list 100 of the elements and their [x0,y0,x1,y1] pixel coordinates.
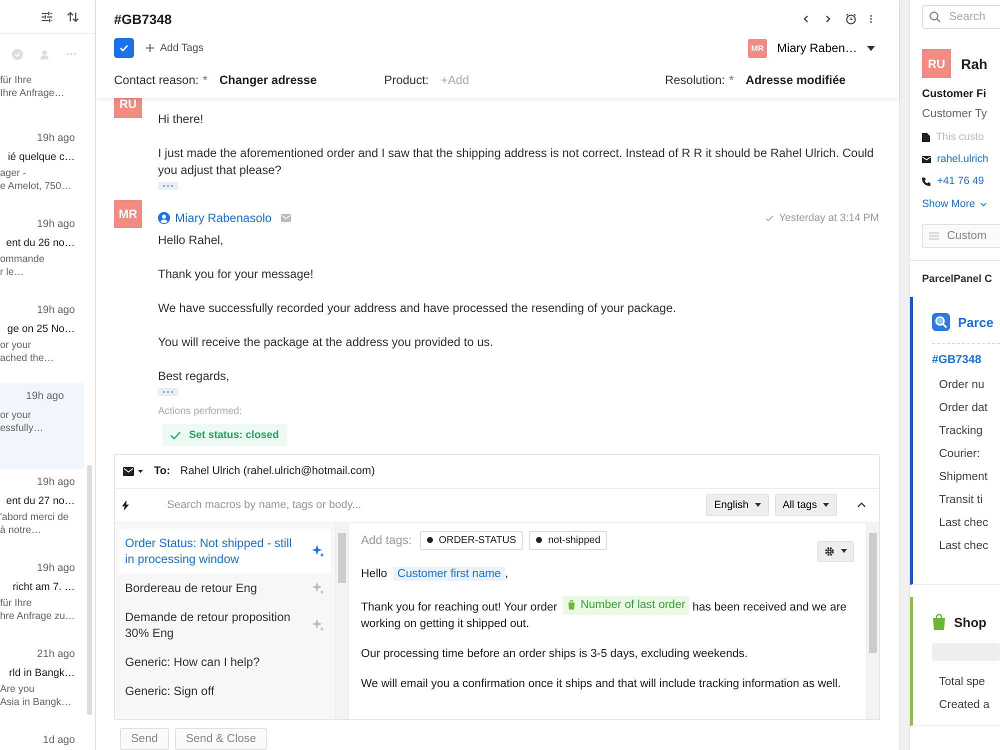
caret-icon [754,503,761,508]
scrollbar[interactable] [335,522,348,719]
message-text: You will receive the package at the address you provided to us. [158,334,494,351]
ticket-preview: hre Anfrage zu… [0,610,75,623]
email-icon [280,214,291,222]
message-text: Hello Rahel, [158,232,224,249]
macro-item[interactable]: Bordereau de retour Eng [119,574,331,602]
settings-dropdown[interactable] [817,540,854,562]
phone-link[interactable]: +41 76 49 [937,175,984,187]
ticket-time: 19h ago [37,476,75,488]
ticket-preview: Asia in Bangk… [0,696,72,709]
gear-icon [824,546,835,557]
check-icon [764,214,774,222]
language-dropdown[interactable]: English [706,494,769,516]
alarm-clock-icon[interactable] [845,13,857,25]
recipient[interactable]: Rahel Ulrich (rahel.ulrich@hotmail.com) [180,465,375,478]
reply-text[interactable]: Hello Customer first name , [361,566,854,583]
ticket-title: #GB7348 [114,12,172,26]
reply-text[interactable]: Our processing time before an order ships is 3-5 days, excluding weekends. [361,646,854,664]
parcel-search-icon [932,313,950,331]
ticket-preview: or your [0,409,32,422]
order-link[interactable]: #GB7348 [932,343,1000,366]
ticket-item[interactable]: 19h ago ent du 27 no… 'abord merci de à notre… [0,469,95,555]
ticket-time: 1d ago [42,734,75,746]
ticket-item[interactable]: 19h ago ent du 26 no… ommande r le… [0,211,95,297]
ticket-subject: ge on 25 No… [7,323,75,335]
add-tags-label: Add tags: [361,533,412,548]
tags-dropdown[interactable]: All tags [774,494,837,516]
order-detail-label: Tracking [939,424,984,439]
ticket-time: 19h ago [37,304,75,316]
tag-chip[interactable]: ORDER-STATUS [420,530,524,550]
ticket-preview: ommande [0,253,46,266]
lightning-icon [122,500,129,511]
assignee-dropdown[interactable]: Miary Raben… [776,41,875,55]
ticket-preview: ager - [0,167,28,180]
field-label: Product: [384,73,429,87]
status-checkbox[interactable] [114,38,134,58]
ticket-preview: or your [0,339,32,352]
ticket-preview: für Ihre [0,597,33,610]
scrollbar[interactable] [899,0,909,750]
field-value[interactable]: Changer adresse [219,73,317,87]
ticket-preview: 'abord merci de [0,511,70,524]
field-label: Contact reason: [114,73,199,87]
ticket-time: 19h ago [26,390,64,402]
shopping-bag-icon [567,600,576,610]
author-name[interactable]: Miary Rabenasolo [175,211,272,225]
ticket-subject: richt am 7. … [12,581,75,593]
ticket-preview: Ihre Anfrage… [0,87,66,100]
message-time: Yesterday at 3:14 PM [778,212,879,224]
scrollbar[interactable] [866,522,879,719]
macro-item[interactable]: Demande de retour proposition 30% Eng [119,602,331,647]
email-channel-icon[interactable] [122,466,144,476]
card-title: Parce [958,314,994,330]
list-icon [929,232,939,240]
field-label: Resolution: [664,73,725,87]
order-detail-label: Shipment [939,470,989,485]
customer-stat-label: Created a [939,698,991,713]
ticket-item[interactable]: 1d ago [0,727,95,750]
chevron-left-icon[interactable] [801,14,811,24]
message-text: Thank you for your message! [158,266,314,283]
tag-chip[interactable]: not-shipped [529,530,608,550]
required-mark: * [729,73,734,87]
chevron-right-icon[interactable] [823,14,833,24]
filter-icon[interactable] [40,10,54,24]
required-mark: * [202,73,208,87]
ticket-preview: Are you [0,683,36,696]
ticket-item[interactable]: 19h ago ge on 25 No… or your ached the… [0,297,95,383]
chevron-down-icon [980,202,988,206]
ticket-item[interactable]: 19h ago ié quelque c… ager - e Amelot, 750… [0,125,95,211]
ticket-item[interactable]: 21h ago rld in Bangk… Are you Asia in Bangk… [0,641,95,727]
ticket-item[interactable]: 19h ago richt am 7. … für Ihre hre Anfrage zu… [0,555,95,641]
ticket-preview: à notre… [0,524,42,537]
ticket-item[interactable]: 19h ago or your essfully… [0,383,84,469]
field-value[interactable]: Adresse modifiée [746,73,846,87]
reply-text[interactable]: We will email you a confirmation once it ships and that will include tracking information as well. [361,676,854,694]
ticket-time: 19h ago [37,132,75,144]
show-more-link[interactable]: Show More [922,198,1000,210]
macro-item[interactable]: Generic: Sign off [119,676,331,705]
collapse-icon[interactable] [857,502,866,508]
email-link[interactable]: rahel.ulrich [937,153,988,165]
ticket-time: 21h ago [37,648,75,660]
macro-item[interactable]: Generic: How can I help? [119,648,331,676]
customer-name: Rah [961,56,988,72]
ticket-subject: ent du 27 no… [6,495,75,507]
reply-text[interactable]: Thank you for reaching out! Your order Number of last order has been received and we are working on getting it shipped out. [361,596,854,634]
macro-item[interactable]: Order Status: Not shipped - still in processing window [119,528,331,573]
action-tag: Set status: closed [162,424,287,446]
more-vertical-icon[interactable] [869,14,873,24]
search-field[interactable]: Search [922,5,1000,29]
add-tags-button[interactable]: Add Tags [146,42,204,54]
caret-icon [867,46,875,50]
sort-icon[interactable] [66,10,80,24]
message-text: I just made the aforementioned order and I saw that the shipping address is not correct. Instead of R R it should be Rahel Ulrich. Could you adjust that please? [158,145,875,179]
check-circle-icon[interactable] [12,48,23,60]
to-label: To: [154,465,170,478]
scrollbar[interactable] [87,465,92,715]
message-text: We have successfully recorded your address and have processed the resending of your package. [158,300,676,317]
customer-avatar: RU [922,49,951,78]
author-avatar: MR [114,200,142,228]
ticket-item[interactable]: für Ihre Ihre Anfrage… [0,74,95,119]
